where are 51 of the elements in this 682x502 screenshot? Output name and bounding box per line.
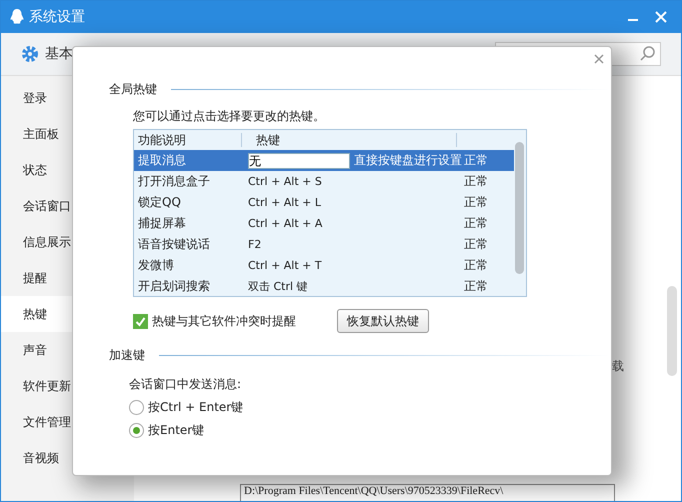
reset-button[interactable]: 恢复默认热键 xyxy=(337,309,429,333)
hint-text: 您可以通过点击选择要更改的热键。 xyxy=(133,108,326,125)
table-cell-text: Ctrl + Alt + T xyxy=(247,259,323,272)
radio-button[interactable] xyxy=(129,423,144,438)
table-row[interactable]: 锁定QQ Ctrl + Alt + L 正常 xyxy=(134,192,514,213)
table-cell-text: 发微博 xyxy=(137,257,175,274)
hotkey-input[interactable]: 无 xyxy=(248,152,350,168)
table-cell-text: Ctrl + Alt + A xyxy=(247,217,324,230)
column-header[interactable]: 功能说明 xyxy=(134,133,242,147)
table-cell-text: 捕捉屏幕 xyxy=(137,215,187,232)
table-cell: 正常 xyxy=(464,278,488,295)
path-field[interactable]: D:\Program Files\Tencent\QQ\Users\970523339\FileRecv\ xyxy=(240,484,615,501)
table-cell: 正常 xyxy=(464,173,488,190)
table-cell-text: 锁定QQ xyxy=(137,194,182,211)
radio-label: 按Enter键 xyxy=(148,422,204,439)
send-label: 会话窗口中发送消息: xyxy=(129,376,242,393)
table-cell: 正常 xyxy=(464,257,488,274)
table-cell-text: 双击 Ctrl 键 xyxy=(247,279,309,294)
table-row[interactable]: 语音按键说话 F2 正常 xyxy=(134,234,514,255)
penguin-icon xyxy=(9,8,25,26)
table-cell-text: 直接按键盘进行设置 xyxy=(354,152,463,169)
radio-button[interactable] xyxy=(129,400,144,415)
checkbox-label: 热键与其它软件冲突时提醒 xyxy=(152,312,296,330)
table-row[interactable]: 提取消息 无 直接按键盘进行设置 正常 xyxy=(134,150,514,171)
window-title: 系统设置 xyxy=(29,8,86,26)
search-icon xyxy=(640,46,656,62)
table-cell: 正常 xyxy=(464,215,488,232)
gear-icon xyxy=(21,45,39,63)
table-row[interactable]: 捕捉屏幕 Ctrl + Alt + A 正常 xyxy=(134,213,514,234)
table-cell: 正常 xyxy=(464,152,488,169)
table-cell-text: 打开消息盒子 xyxy=(137,173,211,190)
close-icon[interactable] xyxy=(593,53,605,65)
table-row[interactable]: 发微博 Ctrl + Alt + T 正常 xyxy=(134,255,514,276)
setting-text: 载 xyxy=(612,358,624,375)
table-cell-text: Ctrl + Alt + L xyxy=(247,196,322,209)
table-cell-text: 开启划词搜索 xyxy=(137,278,211,295)
table-cell: 正常 xyxy=(464,194,488,211)
section-title: 加速键 xyxy=(109,347,145,364)
table-row[interactable]: 开启划词搜索 双击 Ctrl 键 正常 xyxy=(134,276,514,297)
table-row[interactable]: 打开消息盒子 Ctrl + Alt + S 正常 xyxy=(134,171,514,192)
column-header[interactable]: 热键 xyxy=(242,133,457,147)
radio-label: 按Ctrl + Enter键 xyxy=(148,399,244,416)
table-cell-text: 语音按键说话 xyxy=(137,236,211,253)
scrollbar[interactable] xyxy=(515,142,524,274)
table-cell-text: 提取消息 xyxy=(137,152,187,169)
table-cell-text: F2 xyxy=(247,238,262,251)
checkbox[interactable] xyxy=(133,314,148,328)
table-cell-text: Ctrl + Alt + S xyxy=(247,175,323,188)
table-cell: 正常 xyxy=(464,236,488,253)
section-title: 全局热键 xyxy=(109,81,157,98)
scrollbar[interactable] xyxy=(667,286,677,376)
